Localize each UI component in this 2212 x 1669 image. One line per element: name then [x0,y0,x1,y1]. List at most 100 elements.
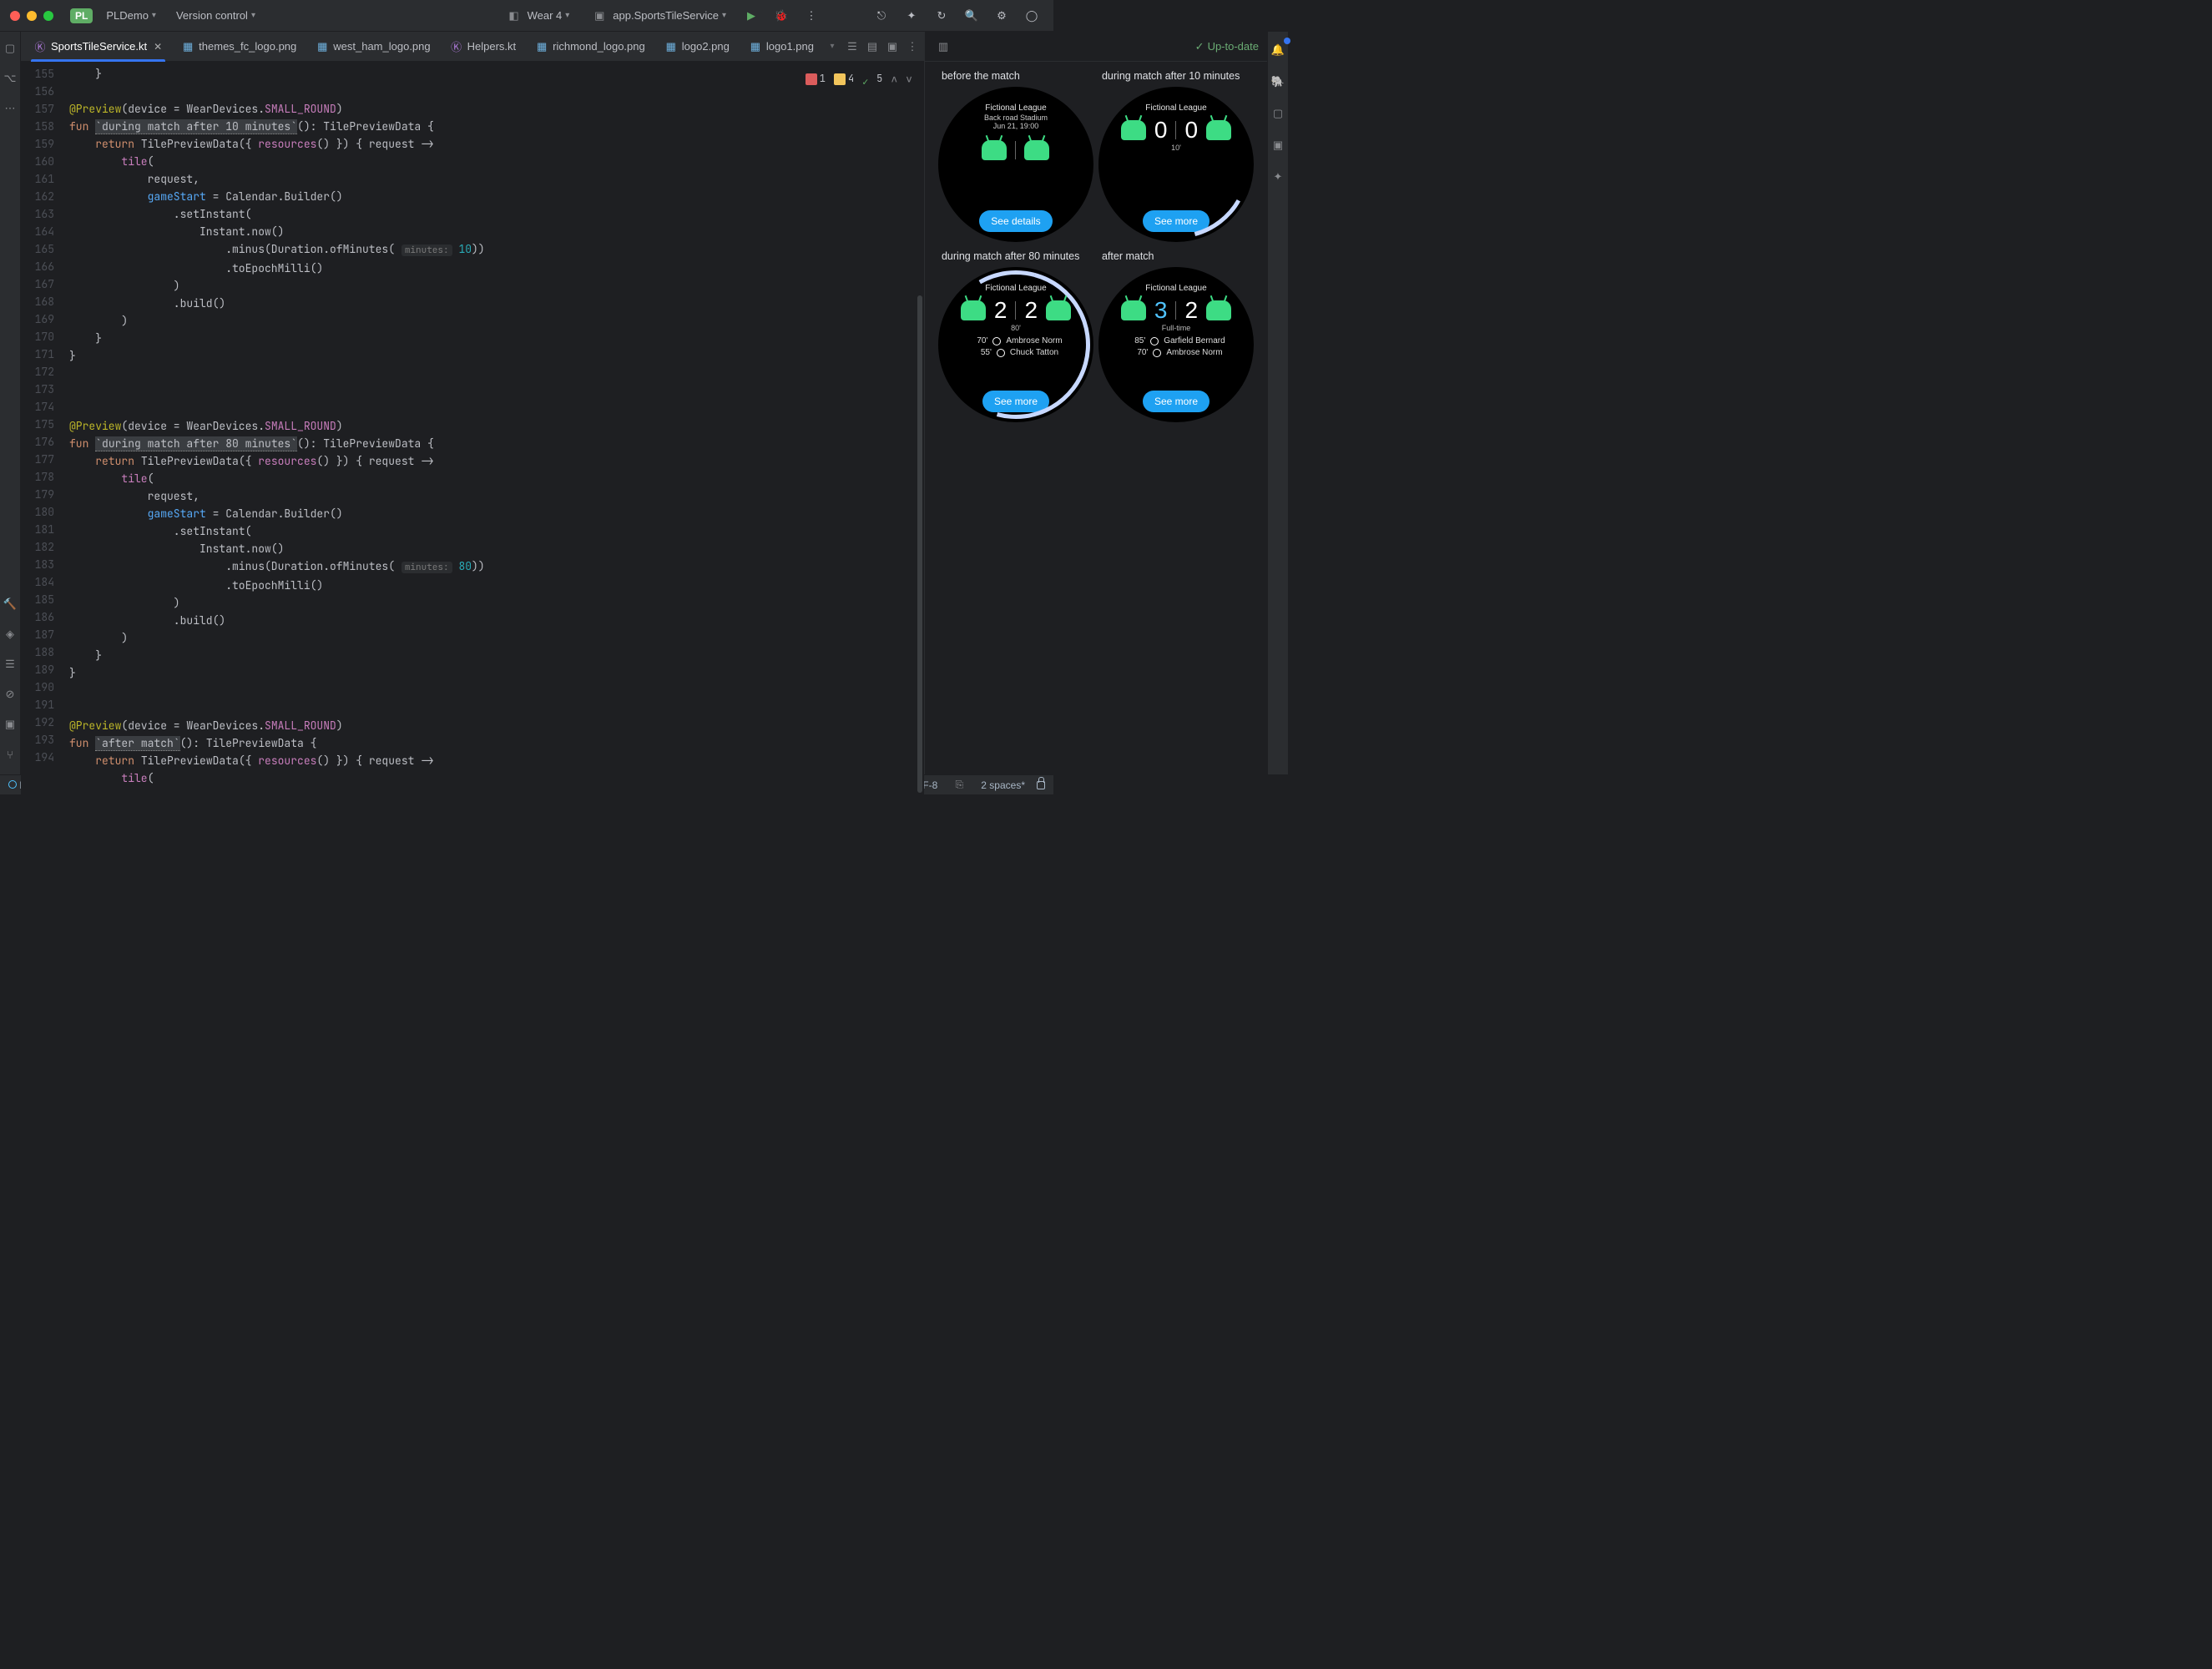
services-tool-icon[interactable]: ☰ [0,654,20,674]
tabs-more-icon[interactable]: ⋮ [904,38,921,55]
lock-icon[interactable] [1037,781,1045,789]
close-tab-icon[interactable]: ✕ [154,41,162,53]
match-time: Full-time [1162,324,1191,332]
code-area[interactable]: } @Preview(device = WearDevices.SMALL_RO… [69,62,924,840]
separator [1175,121,1176,139]
tab-richmond-logo[interactable]: ▦ richmond_logo.png [526,32,655,62]
chevron-down-icon: ▾ [722,11,726,20]
run-button[interactable]: ▶ [740,4,763,28]
kotlin-file-icon: Ⓚ [34,41,46,53]
warning-count: 4 [848,70,854,88]
code-with-me-icon[interactable]: ⎋ [870,4,893,28]
run-config-icon: ▣ [589,6,609,26]
tab-helpers[interactable]: Ⓚ Helpers.kt [441,32,527,62]
problems-tool-icon[interactable]: ⊘ [0,684,20,704]
kotlin-file-icon: Ⓚ [451,41,462,53]
preview-title: after match [1098,250,1254,262]
tab-label: west_ham_logo.png [333,40,430,53]
away-team-icon [1024,140,1049,160]
debug-button[interactable]: 🐞 [770,4,793,28]
device-selector[interactable]: ◧ Wear 4 ▾ [497,3,577,29]
tab-label: SportsTileService.kt [51,40,147,53]
error-count: 1 [820,70,826,88]
search-icon[interactable]: 🔍 [960,4,983,28]
chevron-down-icon: ▾ [565,11,569,20]
separator [1015,141,1016,159]
tab-logo1[interactable]: ▦ logo1.png [740,32,824,62]
gradle-icon[interactable]: 🐘 [1268,72,1288,92]
prev-highlight-icon[interactable]: ∧ [891,70,897,88]
preview-before-match[interactable]: before the match Fictional League Back r… [938,70,1093,242]
goal-scorer: Garfield Bernard [1164,335,1225,347]
more-actions-icon[interactable]: ⋮ [800,4,823,28]
away-score: 0 [1184,117,1198,144]
warning-icon [834,73,846,85]
build-tool-icon[interactable]: 🔨 [0,594,20,614]
terminal-tool-icon[interactable]: ▣ [0,714,20,734]
preview-status: ✓ Up-to-date [1195,40,1259,53]
see-details-button[interactable]: See details [979,210,1052,232]
structure-tool-icon[interactable]: ⌥ [0,68,20,88]
league-label: Fictional League [1145,103,1206,113]
view-list-icon[interactable]: ☰ [844,38,861,55]
minimize-window-icon[interactable] [27,11,37,21]
tabs-dropdown-icon[interactable]: ▾ [824,38,841,55]
preview-title: during match after 10 minutes [1098,70,1254,82]
tab-westham-logo[interactable]: ▦ west_ham_logo.png [306,32,440,62]
ai-assistant-icon[interactable]: ✦ [1268,167,1288,187]
bookmarks-tool-icon[interactable]: ◈ [0,624,20,644]
preview-after-match[interactable]: after match Fictional League 3 2 Full-ti… [1098,250,1254,422]
project-badge: PL [70,8,93,23]
tab-logo2[interactable]: ▦ logo2.png [655,32,740,62]
line-gutter: 155 156 157 158 159 160 161 162 163 164 … [21,62,69,840]
next-highlight-icon[interactable]: ∨ [906,70,912,88]
tab-sportstileservice[interactable]: Ⓚ SportsTileService.kt ✕ [24,32,172,62]
project-name: PLDemo [106,9,149,22]
datetime-label: Jun 21, 19:00 [993,122,1039,130]
hint-count: 5 [876,70,882,88]
inspection-widget[interactable]: 1 4 ✓5 ∧ ∨ [800,68,917,89]
emulator-icon[interactable]: ▣ [1268,135,1288,155]
tab-label: Helpers.kt [467,40,517,53]
run-config-selector[interactable]: ▣ app.SportsTileService ▾ [583,3,733,29]
notifications-icon[interactable]: 🔔 [1268,40,1288,60]
indent-settings[interactable]: 2 spaces* [981,779,1025,791]
vcs-menu[interactable]: Version control ▾ [169,6,262,25]
preview-after-10[interactable]: during match after 10 minutes Fictional … [1098,70,1254,242]
settings-icon[interactable]: ⚙ [990,4,1013,28]
tab-themes-logo[interactable]: ▦ themes_fc_logo.png [172,32,306,62]
preview-layout-icon[interactable]: ▥ [933,37,953,57]
device-label: Wear 4 [528,9,563,22]
preview-after-80[interactable]: during match after 80 minutes Fictional … [938,250,1093,422]
chevron-down-icon: ▾ [251,11,255,20]
readonly-icon[interactable]: ⎘ [949,775,969,795]
home-team-icon [1121,300,1146,320]
editor-tabs: Ⓚ SportsTileService.kt ✕ ▦ themes_fc_log… [21,32,924,62]
titlebar: PL PLDemo ▾ Version control ▾ ◧ Wear 4 ▾… [0,0,1053,32]
preview-status-label: Up-to-date [1208,40,1259,53]
device-manager-icon[interactable]: ▢ [1268,103,1288,124]
more-tool-icon[interactable]: ⋯ [0,98,20,118]
preview-mode-icon[interactable]: ▣ [884,38,901,55]
ball-icon [1153,349,1161,357]
folder-icon [8,780,17,789]
view-mode-icon[interactable]: ▤ [864,38,881,55]
scrollbar-thumb[interactable] [917,295,922,794]
updates-icon[interactable]: ✦ [900,4,923,28]
see-more-button[interactable]: See more [1143,391,1210,412]
project-tool-icon[interactable]: ▢ [0,38,20,58]
project-selector[interactable]: PLDemo ▾ [99,6,163,25]
account-icon[interactable]: ◯ [1020,4,1043,28]
goal-minute: 70' [1129,347,1148,359]
sync-icon[interactable]: ↻ [930,4,953,28]
image-file-icon: ▦ [665,41,677,53]
zoom-window-icon[interactable] [43,11,53,21]
close-window-icon[interactable] [10,11,20,21]
home-team-icon [961,300,986,320]
ball-icon [1150,337,1159,345]
vcs-tool-icon[interactable]: ⑂ [0,744,20,764]
editor[interactable]: 155 156 157 158 159 160 161 162 163 164 … [21,62,924,840]
league-label: Fictional League [985,103,1046,113]
goal-minute: 85' [1127,335,1145,347]
window-controls[interactable] [10,11,53,21]
